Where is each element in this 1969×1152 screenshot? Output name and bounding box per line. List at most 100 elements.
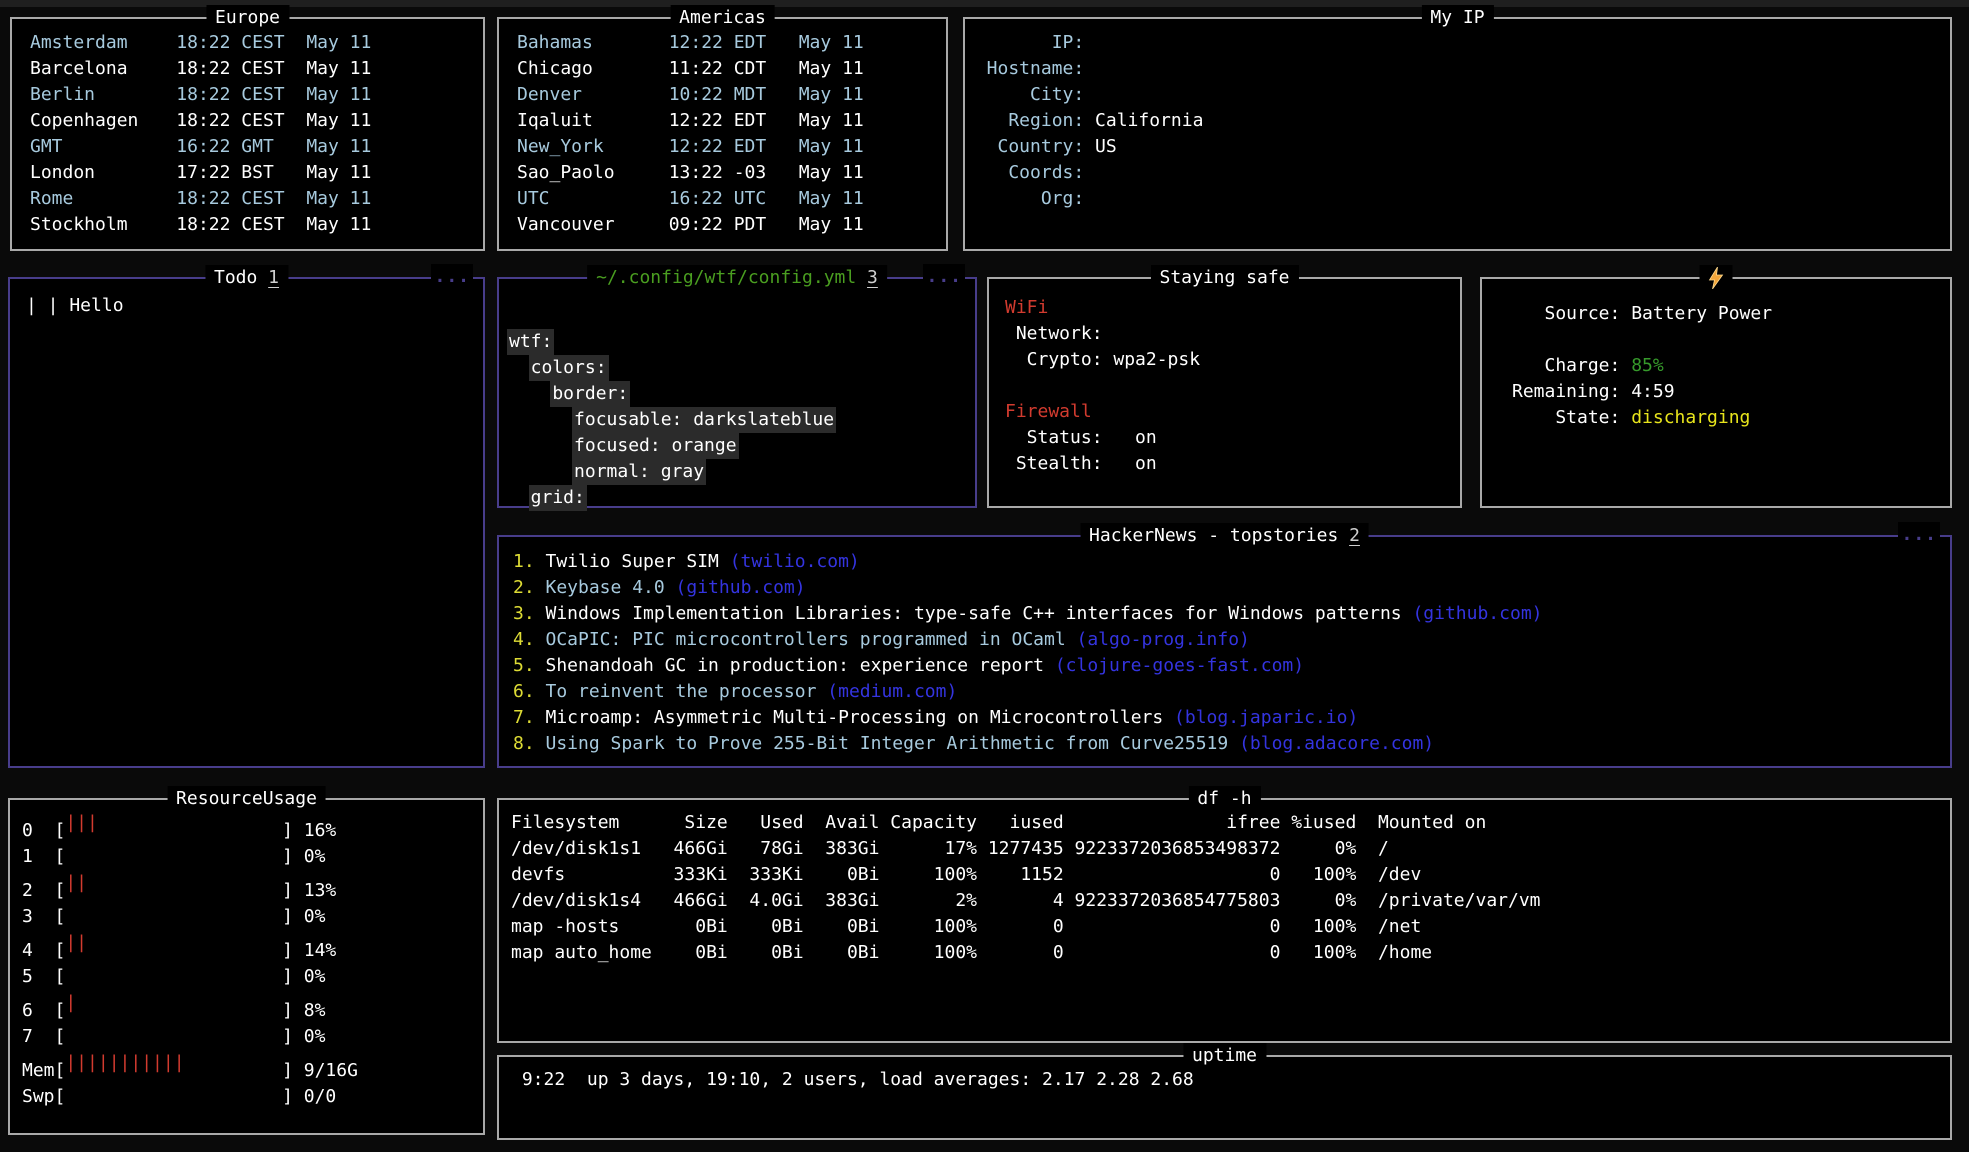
- time-value: 18:22: [176, 30, 230, 56]
- clocks-americas-panel: Americas Bahamas12:22EDTMay 11Chicago11:…: [497, 17, 948, 251]
- ip-field-row: Country:US: [965, 134, 1950, 160]
- panel-title: Europe: [206, 5, 289, 31]
- df-row: /dev/disk1s4 466Gi 4.0Gi 383Gi 2% 4 9223…: [511, 888, 1950, 914]
- city-label: Copenhagen: [30, 108, 176, 134]
- code-text: normal: gray: [572, 459, 706, 485]
- date-label: May 11: [306, 32, 371, 53]
- story-list: 1.Twilio Super SIM(twilio.com)2.Keybase …: [499, 537, 1950, 757]
- panel-title: Todo1: [205, 265, 288, 291]
- clock-row: Copenhagen18:22CESTMay 11: [30, 108, 483, 134]
- clock-row: Stockholm18:22CESTMay 11: [30, 212, 483, 238]
- hn-story-link[interactable]: (github.com): [676, 577, 806, 598]
- timezone-label: UTC: [734, 186, 777, 212]
- meter-label: 1: [22, 844, 55, 870]
- hn-story-link[interactable]: (github.com): [1412, 603, 1542, 624]
- meter-value: 13%: [304, 880, 337, 901]
- disk-table: Filesystem Size Used Avail Capacity iuse…: [499, 800, 1950, 966]
- city-label: Chicago: [517, 56, 669, 82]
- time-value: 13:22: [669, 160, 723, 186]
- code-text: grid:: [529, 485, 587, 511]
- bracket: ]: [282, 1086, 293, 1107]
- config-file-panel[interactable]: ~/.config/wtf/config.yml3 ... wtf:colors…: [497, 277, 977, 508]
- date-label: May 11: [306, 58, 371, 79]
- meter-label: 7: [22, 1024, 55, 1050]
- city-label: Barcelona: [30, 56, 176, 82]
- config-code-line: grid:: [507, 485, 975, 511]
- city-label: Amsterdam: [30, 30, 176, 56]
- field-label: Hostname:: [965, 56, 1084, 82]
- timezone-label: CEST: [241, 56, 284, 82]
- timezone-label: CEST: [241, 82, 284, 108]
- city-label: Berlin: [30, 82, 176, 108]
- df-header-row: Filesystem Size Used Avail Capacity iuse…: [511, 810, 1950, 836]
- clock-row: Berlin18:22CESTMay 11: [30, 82, 483, 108]
- hn-story-link[interactable]: (clojure-goes-fast.com): [1055, 655, 1304, 676]
- resource-row: 0[|||]16%: [22, 810, 483, 844]
- time-value: 18:22: [176, 82, 230, 108]
- time-value: 09:22: [669, 212, 723, 238]
- hackernews-panel[interactable]: HackerNews - topstories2 ... 1.Twilio Su…: [497, 535, 1952, 768]
- meter-bar: |: [65, 990, 282, 1016]
- todo-item[interactable]: | | Hello: [26, 293, 483, 319]
- story-title: Microamp: Asymmetric Multi-Processing on…: [546, 707, 1164, 728]
- panel-title: My IP: [1421, 5, 1493, 31]
- todo-panel[interactable]: Todo1 ... | | Hello: [8, 277, 485, 768]
- bracket: [: [55, 1086, 66, 1107]
- uptime-panel: uptime 9:22 up 3 days, 19:10, 2 users, l…: [497, 1055, 1952, 1140]
- overflow-dots-icon: ...: [431, 264, 473, 290]
- resource-row: 1[]0%: [22, 844, 483, 870]
- battery-field-list: Source:Battery PowerCharge:85%Remaining:…: [1482, 279, 1950, 431]
- disk-usage-panel: df -h Filesystem Size Used Avail Capacit…: [497, 798, 1952, 1043]
- df-row: map -hosts 0Bi 0Bi 0Bi 100% 0 0 100% /ne…: [511, 914, 1950, 940]
- panel-title: df -h: [1188, 786, 1260, 812]
- meter-label: 4: [22, 938, 55, 964]
- meter-value: 14%: [304, 940, 337, 961]
- bracket: [: [55, 1026, 66, 1047]
- config-code-line: colors:: [507, 355, 975, 381]
- bracket: ]: [282, 820, 293, 841]
- security-status-line: Network:: [1005, 321, 1460, 347]
- story-rank: 7.: [513, 705, 535, 731]
- hn-story-link[interactable]: (blog.adacore.com): [1239, 733, 1434, 754]
- timezone-label: CEST: [241, 30, 284, 56]
- story-rank: 5.: [513, 653, 535, 679]
- bracket: [: [55, 1000, 66, 1021]
- security-status-line: [1005, 373, 1460, 399]
- hn-story-link[interactable]: (medium.com): [827, 681, 957, 702]
- bracket: [: [55, 940, 66, 961]
- ip-field-row: City:: [965, 82, 1950, 108]
- story-title: Windows Implementation Libraries: type-s…: [546, 603, 1402, 624]
- ip-field-row: Org:: [965, 186, 1950, 212]
- overflow-dots-icon: ...: [923, 264, 965, 290]
- clock-row: Vancouver09:22PDTMay 11: [517, 212, 946, 238]
- field-label: Country:: [965, 134, 1084, 160]
- ip-field-list: IP:Hostname:City:Region:CaliforniaCountr…: [965, 19, 1950, 212]
- resource-usage-panel: ResourceUsage 0[|||]16%1[]0%2[||]13%3[]0…: [8, 798, 485, 1135]
- story-title: OCaPIC: PIC microcontrollers programmed …: [546, 629, 1066, 650]
- meter-value: 0/0: [304, 1086, 337, 1107]
- bracket: [: [55, 966, 66, 987]
- code-text: wtf:: [507, 329, 554, 355]
- hn-story-link[interactable]: (blog.japaric.io): [1174, 707, 1358, 728]
- bracket: [: [55, 1060, 66, 1081]
- timezone-label: CEST: [241, 212, 284, 238]
- resource-row: 6[|]8%: [22, 990, 483, 1024]
- city-label: Rome: [30, 186, 176, 212]
- clocks-europe-panel: Europe Amsterdam18:22CESTMay 11Barcelona…: [10, 17, 485, 251]
- timezone-label: EDT: [734, 134, 777, 160]
- ip-field-row: Region:California: [965, 108, 1950, 134]
- city-label: Denver: [517, 82, 669, 108]
- hn-story-link[interactable]: (algo-prog.info): [1077, 629, 1250, 650]
- date-label: May 11: [306, 162, 371, 183]
- field-label: Source:: [1512, 301, 1620, 327]
- date-label: May 11: [799, 84, 864, 105]
- code-text: focused: orange: [572, 433, 739, 459]
- story-rank: 4.: [513, 627, 535, 653]
- field-label: Coords:: [965, 160, 1084, 186]
- df-row-list: /dev/disk1s1 466Gi 78Gi 383Gi 17% 127743…: [511, 836, 1950, 966]
- hn-story: 5.Shenandoah GC in production: experienc…: [513, 653, 1950, 679]
- meter-value: 16%: [304, 820, 337, 841]
- terminal-top-bar: [0, 0, 1969, 7]
- clock-row: Iqaluit12:22EDTMay 11: [517, 108, 946, 134]
- hn-story-link[interactable]: (twilio.com): [730, 551, 860, 572]
